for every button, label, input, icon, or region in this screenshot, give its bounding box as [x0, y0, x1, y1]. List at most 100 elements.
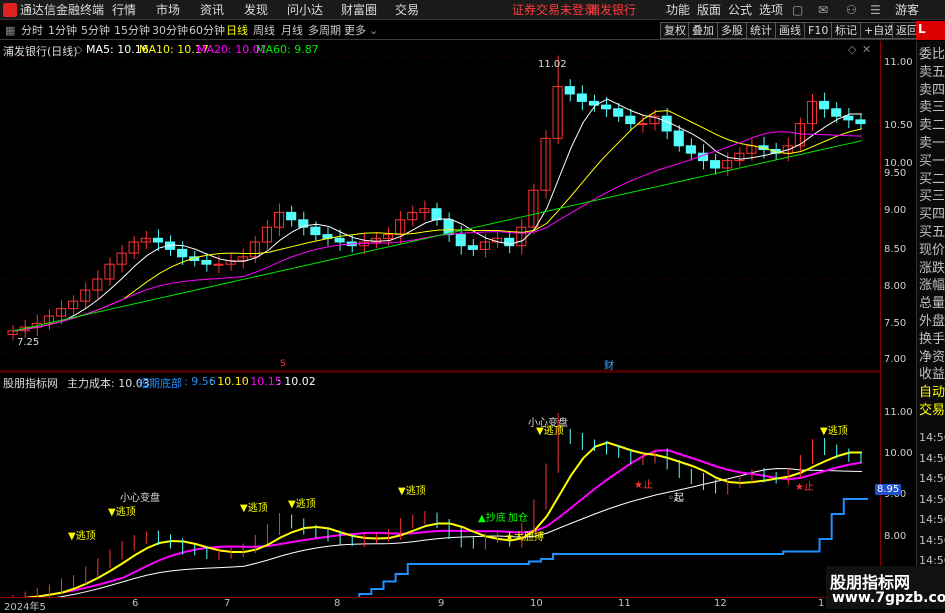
escape-text-6: 逃顶 — [543, 426, 564, 437]
tab-15min[interactable]: 15分钟 — [114, 23, 150, 38]
menu-hangqing[interactable]: 行情 — [112, 2, 136, 18]
escape-text-1: 逃顶 — [115, 507, 136, 518]
tab-1min[interactable]: 1分钟 — [48, 23, 77, 38]
cut-text-1: 止 — [642, 480, 653, 491]
tick-8: 8.00 — [884, 281, 907, 292]
title-bar: 通达信金融终端 行情 市场 资讯 发现 问小达 财富圈 交易 证券交易未登录 浦… — [0, 0, 945, 20]
indicator-chart[interactable]: 股朋指标网 主力成本: 10.03 短期底部 : 9.56 : 10.10 : … — [0, 371, 880, 610]
biaoji-button[interactable]: 标记 — [831, 22, 861, 39]
close-icon[interactable]: ✕ — [862, 43, 871, 56]
menu-shichang[interactable]: 市场 — [156, 2, 180, 18]
main-kline-chart[interactable]: 浦发银行(日线) ◇ MA5: 10.16 MA10: 10.17 MA20: … — [0, 41, 880, 372]
tick-10-5: 10.50 — [884, 120, 913, 131]
trade-item-1[interactable]: 交易 — [919, 402, 945, 420]
x-label-jan: 1 — [818, 598, 825, 609]
escape-text-2: 逃顶 — [75, 531, 96, 542]
candle-body-67 — [819, 100, 830, 110]
mail-icon[interactable]: ✉ — [818, 2, 828, 18]
huaxian-button[interactable]: 画线 — [775, 22, 805, 39]
tongji-button[interactable]: 统计 — [746, 22, 776, 39]
quote-item-12: 涨跌 — [919, 260, 945, 276]
candle-body-41 — [504, 237, 515, 247]
login-warning[interactable]: 证券交易未登录 — [512, 2, 596, 18]
quote-item-15: 外盘 — [919, 314, 945, 329]
candle-body-10 — [128, 241, 139, 254]
candle-body-17 — [213, 263, 224, 266]
high-price-label: 11.02 — [538, 59, 567, 70]
sub-tick-10: 10.00 — [884, 448, 913, 459]
chevron-down-icon[interactable]: ⌄ — [369, 23, 378, 38]
candle-body-0 — [7, 330, 18, 335]
bottom-text: 抄底 — [485, 513, 506, 524]
candle-body-16 — [201, 260, 212, 265]
time-label-5: 14:56 — [919, 533, 945, 547]
candle-body-12 — [152, 237, 163, 243]
tab-weekly[interactable]: 周线 — [253, 23, 275, 38]
candle-body-37 — [455, 234, 466, 247]
ma60-line — [13, 140, 863, 332]
quote-item-14: 总量 — [919, 296, 945, 312]
tab-60min[interactable]: 60分钟 — [189, 23, 225, 38]
duogu-button[interactable]: 多股 — [717, 22, 747, 39]
legend-toggle-icon[interactable]: ◇ — [74, 43, 82, 56]
candle-body-23 — [286, 211, 297, 221]
diejia-button[interactable]: 叠加 — [688, 22, 718, 39]
fuquan-button[interactable]: 复权 — [660, 22, 690, 39]
tab-more[interactable]: 更多 — [344, 23, 366, 38]
quote-item-10: 买五 — [919, 225, 945, 240]
tab-monthly[interactable]: 月线 — [281, 23, 303, 38]
tab-multi[interactable]: 多周期 — [308, 23, 341, 38]
candle-body-54 — [661, 115, 672, 132]
cut-text-2: 止 — [803, 482, 814, 493]
f10-button[interactable]: F10 — [804, 22, 833, 39]
quote-item-11: 现价 — [919, 242, 945, 258]
menu-gongneng[interactable]: 功能 — [666, 2, 690, 18]
event-s-marker[interactable]: S — [280, 359, 286, 369]
tab-30min[interactable]: 30分钟 — [152, 23, 188, 38]
indicator-title: 股朋指标网 — [3, 377, 58, 390]
menu-jiaoyi[interactable]: 交易 — [395, 2, 419, 18]
user-icon[interactable]: ⚇ — [846, 2, 857, 18]
time-label-1: 14:56 — [919, 451, 945, 465]
tick-7-5: 7.50 — [884, 318, 907, 329]
current-stock: 浦发银行 — [588, 3, 637, 17]
candle-body-27 — [334, 237, 345, 243]
add-pos-text: 加仓 — [508, 513, 528, 524]
minimize-icon[interactable]: ▢ — [792, 2, 803, 18]
menu-gongshi[interactable]: 公式 — [728, 2, 752, 18]
candle-body-58 — [710, 160, 721, 169]
indicator-svg — [0, 371, 880, 610]
cost-line — [14, 467, 862, 604]
tick-9: 9.00 — [884, 205, 907, 216]
annotation-escape-2: ▼逃顶 — [68, 531, 96, 542]
menu-caifuquan[interactable]: 财富圈 — [341, 2, 377, 18]
tab-daily[interactable]: 日线 — [226, 23, 248, 38]
menu-wenxiaoda[interactable]: 问小达 — [287, 2, 323, 18]
annotation-escape-3: ▼逃顶 — [240, 503, 268, 514]
chart-title: 浦发银行(日线) — [3, 45, 78, 58]
quote-item-9: 买四 — [919, 207, 945, 223]
tab-5min[interactable]: 5分钟 — [81, 23, 110, 38]
tab-fenshi[interactable]: 分时 — [21, 23, 43, 38]
sub-tick-8: 8.00 — [884, 531, 907, 542]
menu-xuanxiang[interactable]: 选项 — [759, 2, 783, 18]
settings-icon[interactable]: ◇ — [848, 43, 856, 56]
grid-icon[interactable]: ▦ — [5, 23, 15, 38]
annotation-daring: ★大胆搏 — [505, 532, 544, 543]
trade-item-0[interactable]: 自动 — [919, 384, 945, 402]
list-icon[interactable]: ☰ — [870, 2, 881, 18]
quote-item-17: 净资 — [919, 349, 945, 365]
candle-body-38 — [467, 245, 478, 250]
start-text: 起 — [673, 493, 684, 504]
watermark-url: www.7gpzb.com — [832, 590, 945, 606]
menu-faxian[interactable]: 发现 — [244, 2, 268, 18]
annotation-escape-1: ▼逃顶 — [108, 507, 136, 518]
time-label-3: 14:56 — [919, 492, 945, 506]
menu-banmian[interactable]: 版面 — [697, 2, 721, 18]
annotation-bottom: ▲抄底 — [478, 513, 506, 524]
guest-label[interactable]: 游客 — [895, 2, 919, 18]
quote-item-3: 卖三 — [919, 100, 945, 116]
menu-zixun[interactable]: 资讯 — [200, 2, 224, 18]
value-4: : 10.02 — [277, 375, 316, 388]
event-cai-marker[interactable]: 财 — [604, 357, 614, 372]
